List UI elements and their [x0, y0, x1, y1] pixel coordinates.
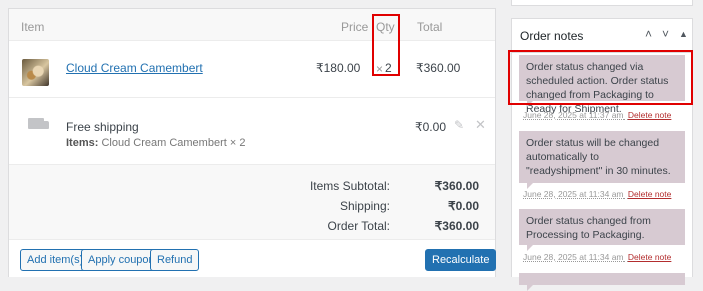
note-meta: June 28, 2025 at 11:34 am Delete note — [523, 189, 671, 199]
previous-panel-edge — [511, 0, 693, 6]
triangle-up-icon[interactable]: ▲ — [679, 29, 688, 39]
recalculate-button[interactable]: Recalculate — [425, 249, 497, 271]
subtotal-value: ₹360.00 — [434, 179, 479, 193]
qty-highlight-box — [372, 14, 400, 76]
close-icon[interactable]: ✕ — [475, 117, 486, 133]
order-note: Order status will be changed automatical… — [519, 131, 685, 189]
line-item-row: Cloud Cream Camembert ₹180.00 × 2 ₹360.0… — [9, 41, 495, 97]
chevron-up-icon[interactable]: ˄ — [645, 27, 652, 41]
note-meta: June 28, 2025 at 11:34 am Delete note — [523, 252, 671, 262]
note-date: June 28, 2025 at 11:34 am — [523, 252, 624, 262]
note-meta: June 28, 2025 at 11:37 am Delete note — [523, 110, 671, 120]
note-text: Order status changed from Processing to … — [526, 215, 651, 241]
subtotal-label: Items Subtotal: — [309, 179, 390, 193]
item-total: ₹360.00 — [416, 61, 461, 75]
product-thumbnail[interactable] — [22, 59, 49, 86]
shipping-total-value: ₹0.00 — [448, 199, 479, 213]
note-date: June 28, 2025 at 11:37 am — [523, 110, 624, 120]
delete-note-link[interactable]: Delete note — [628, 189, 671, 199]
product-name-link[interactable]: Cloud Cream Camembert — [66, 61, 203, 75]
order-notes-header: Order notes ˄ ˅ ▲ — [512, 19, 692, 53]
shipping-line: Free shipping Items: Cloud Cream Camembe… — [9, 97, 495, 164]
note-date: June 28, 2025 at 11:34 am — [523, 189, 624, 199]
column-total: Total — [417, 20, 443, 34]
delete-note-link[interactable]: Delete note — [628, 252, 671, 262]
note-highlight-box — [508, 50, 693, 105]
add-items-button[interactable]: Add item(s) — [20, 249, 91, 271]
order-items-panel: Item Price Qty Total Cloud Cream Camembe… — [8, 8, 497, 278]
shipping-items: Items: Cloud Cream Camembert × 2 — [66, 137, 245, 149]
truck-icon — [28, 118, 49, 129]
shipping-items-value: Cloud Cream Camembert × 2 — [101, 137, 246, 149]
shipping-items-label: Items: — [66, 137, 99, 149]
item-price: ₹180.00 — [316, 61, 361, 75]
delete-note-link[interactable]: Delete note — [628, 110, 671, 120]
pencil-icon[interactable]: ✎ — [454, 118, 464, 132]
chevron-down-icon[interactable]: ˅ — [662, 27, 669, 41]
order-notes-title: Order notes — [520, 29, 584, 43]
order-actions: Add item(s) Apply coupon Refund Recalcul… — [9, 239, 497, 278]
order-total-label: Order Total: — [327, 219, 390, 233]
order-note: Order status changed from Processing to … — [519, 209, 685, 251]
column-price: Price — [341, 20, 369, 34]
order-note-partial — [519, 273, 685, 291]
order-totals: Items Subtotal: ₹360.00 Shipping: ₹0.00 … — [9, 164, 495, 239]
items-table-header: Item Price Qty Total — [9, 9, 495, 41]
refund-button[interactable]: Refund — [150, 249, 200, 271]
shipping-method-name: Free shipping — [66, 120, 139, 134]
order-total-value: ₹360.00 — [434, 219, 479, 233]
shipping-cost: ₹0.00 — [415, 120, 446, 134]
shipping-total-label: Shipping: — [339, 199, 390, 213]
note-text: Order status will be changed automatical… — [526, 137, 671, 177]
column-item: Item — [21, 20, 45, 34]
